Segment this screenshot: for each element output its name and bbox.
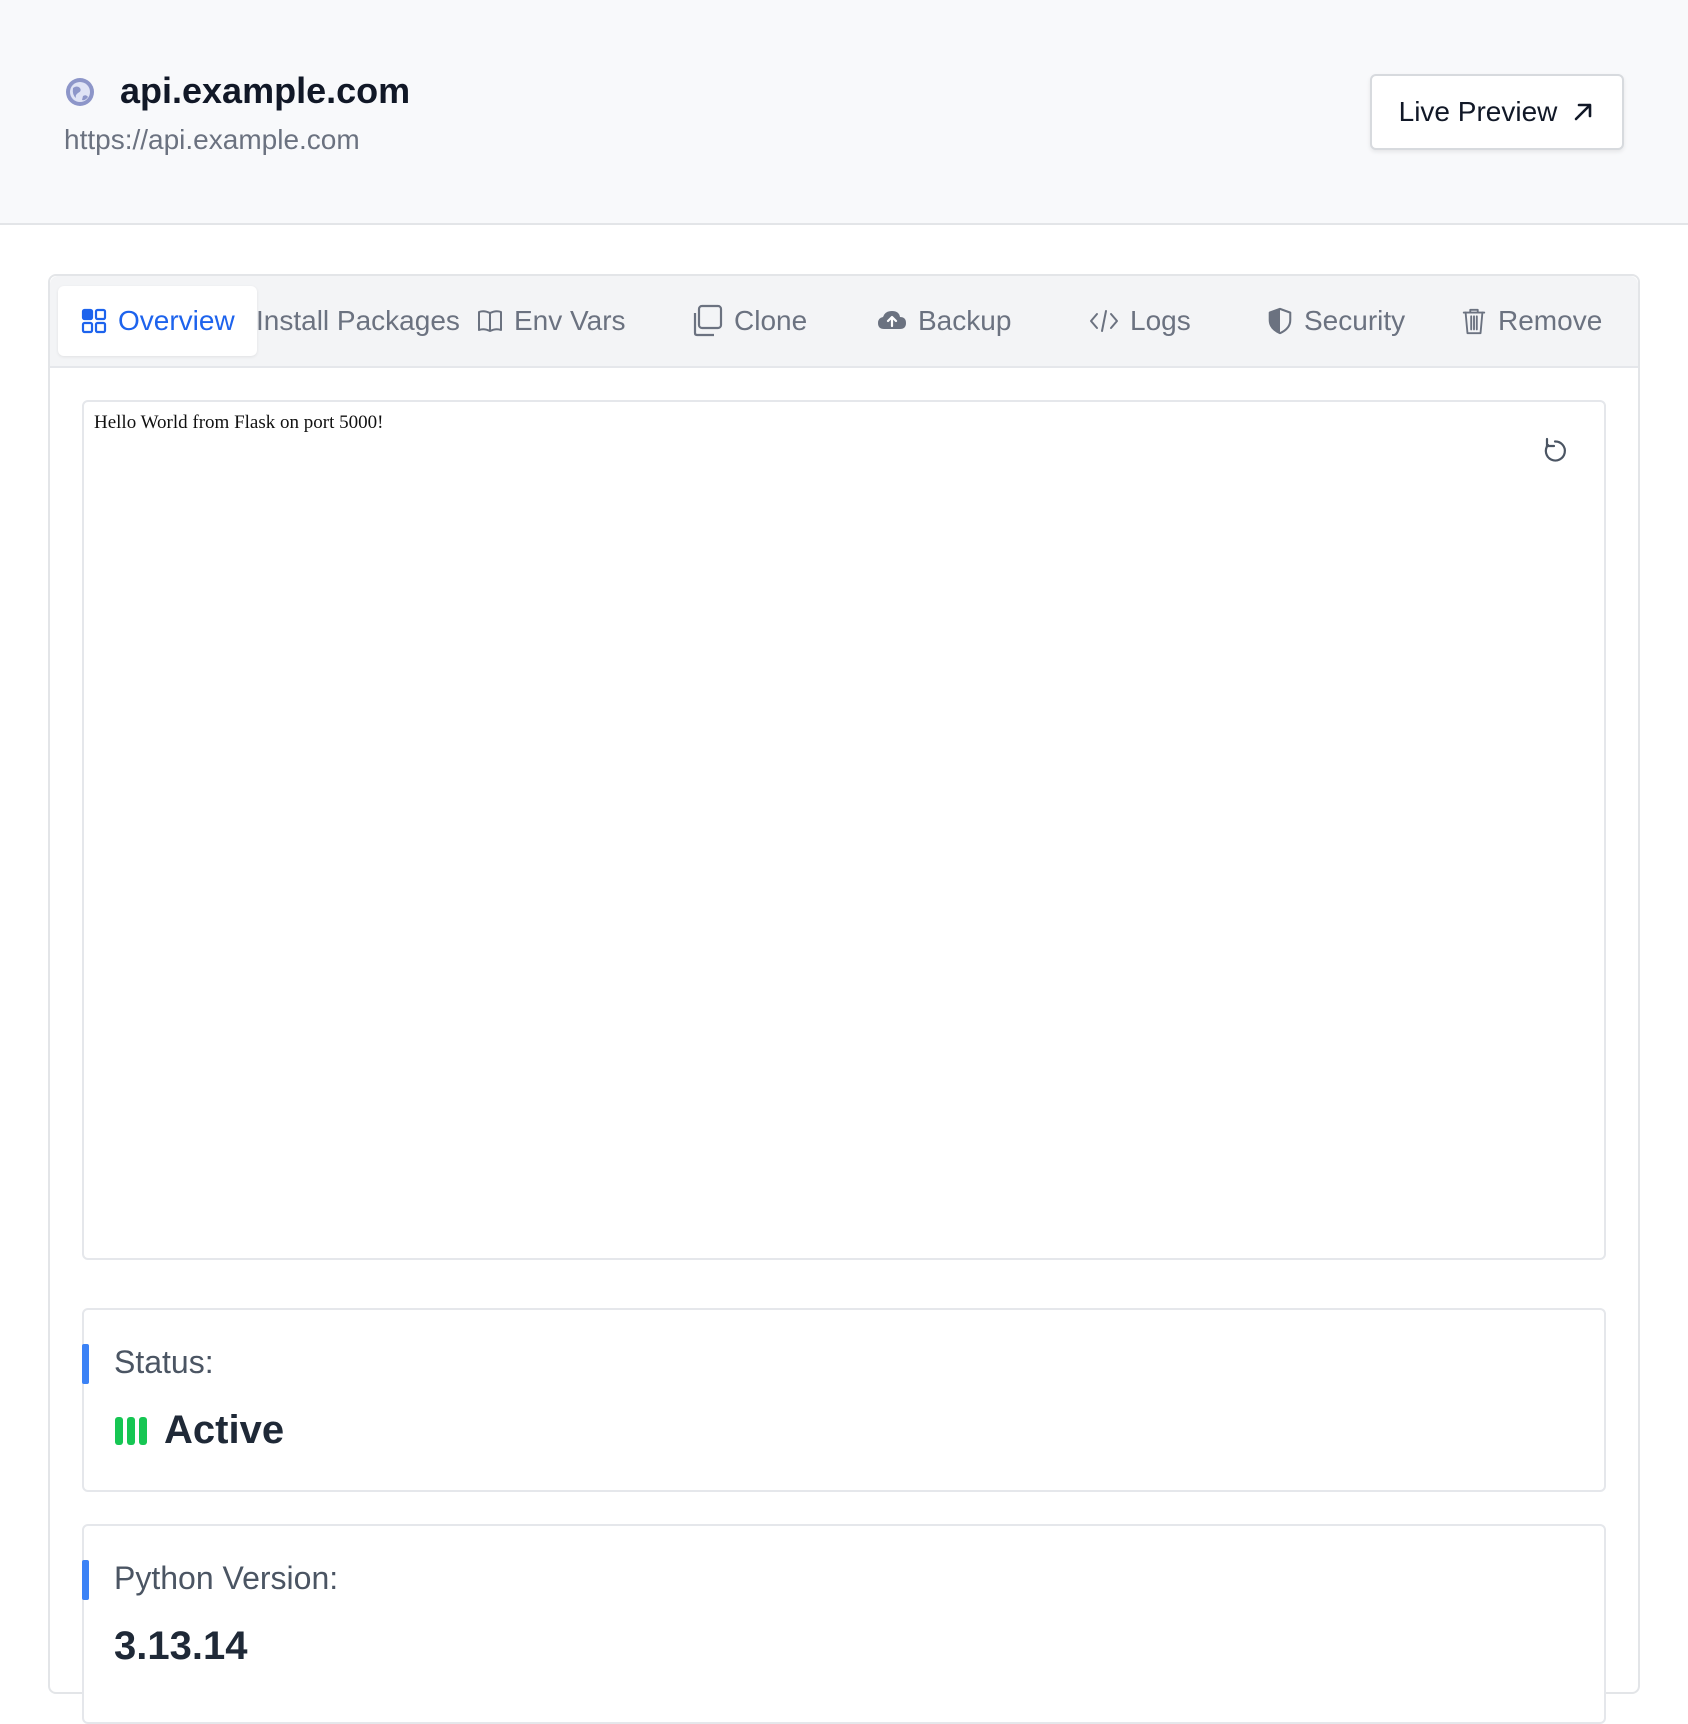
tab-label: Security (1304, 305, 1406, 336)
cloud-upload-icon (878, 311, 906, 329)
tab-remove[interactable]: Remove (1460, 286, 1602, 356)
python-version-card: Python Version: 3.13.14 (82, 1524, 1606, 1724)
accent-bar (82, 1344, 89, 1384)
refresh-icon[interactable] (1540, 436, 1570, 466)
code-icon (1090, 310, 1118, 332)
status-bars-icon (115, 1416, 147, 1445)
tab-label: Backup (918, 305, 1012, 336)
status-value-row: Active (114, 1408, 284, 1453)
site-title: api.example.com (120, 70, 411, 111)
book-icon (478, 310, 502, 332)
tab-logs[interactable]: Logs (1088, 286, 1191, 356)
grid-icon (81, 308, 107, 334)
tab-backup[interactable]: Backup (876, 286, 1011, 356)
live-preview-frame[interactable]: Hello World from Flask on port 5000! (82, 400, 1606, 1260)
preview-content: Hello World from Flask on port 5000! (94, 412, 384, 433)
tab-label: Env Vars (514, 305, 626, 336)
tab-clone[interactable]: Clone (690, 286, 807, 356)
tab-env-vars[interactable]: Env Vars (476, 286, 626, 356)
tab-label: Overview (118, 305, 235, 336)
globe-icon (66, 78, 94, 106)
python-version-value: 3.13.14 (114, 1624, 248, 1668)
tab-label: Logs (1130, 305, 1191, 336)
tab-security[interactable]: Security (1266, 286, 1405, 356)
python-version-label: Python Version: (114, 1560, 339, 1596)
tab-label: Remove (1498, 305, 1603, 336)
copy-icon (693, 304, 723, 337)
live-preview-label: Live Preview (1398, 96, 1558, 127)
tab-label: Install Packages (256, 305, 460, 336)
site-url: https://api.example.com (64, 124, 360, 155)
tab-label: Clone (734, 305, 808, 336)
site-panel: Overview Install Packages Env Vars Clone… (48, 274, 1640, 1724)
external-link-icon (1575, 103, 1592, 121)
live-preview-button[interactable]: Live Preview (1370, 74, 1624, 150)
tab-bar: Overview Install Packages Env Vars Clone… (50, 276, 1638, 368)
trash-icon (1462, 308, 1486, 335)
accent-bar (82, 1560, 89, 1600)
shield-icon (1268, 307, 1292, 335)
status-label: Status: (114, 1344, 214, 1380)
status-card: Status: Active (82, 1308, 1606, 1492)
tab-install-packages[interactable]: Install Packages (256, 286, 460, 356)
tab-overview[interactable]: Overview (58, 286, 257, 356)
app-header: api.example.com https://api.example.com … (0, 0, 1688, 225)
status-value: Active (164, 1408, 285, 1452)
